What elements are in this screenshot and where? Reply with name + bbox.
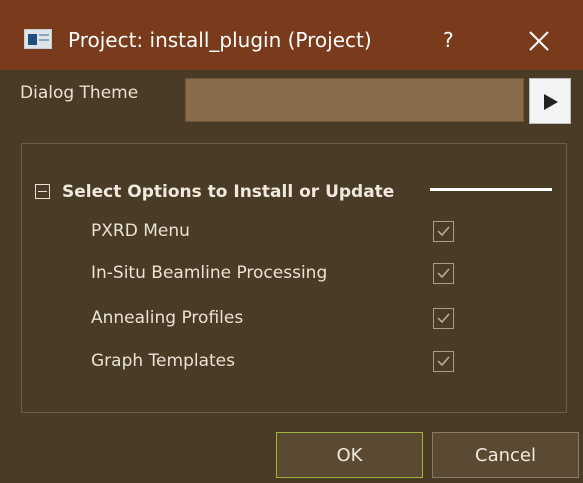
app-icon (24, 29, 52, 49)
close-button[interactable] (526, 28, 552, 54)
option-label-graph-templates: Graph Templates (91, 351, 235, 371)
option-checkbox-in-situ-beamline[interactable] (433, 263, 454, 284)
checkmark-icon (437, 268, 450, 279)
heading-divider (430, 188, 552, 191)
checkmark-icon (437, 356, 450, 367)
option-checkbox-graph-templates[interactable] (433, 351, 454, 372)
ok-button[interactable]: OK (276, 432, 423, 478)
play-arrow-icon (544, 94, 558, 110)
option-label-pxrd-menu: PXRD Menu (91, 221, 190, 241)
help-button[interactable]: ? (443, 26, 454, 54)
option-label-annealing-profiles: Annealing Profiles (91, 308, 244, 328)
close-icon (529, 31, 549, 51)
option-label-in-situ-beamline: In-Situ Beamline Processing (91, 263, 328, 283)
option-checkbox-annealing-profiles[interactable] (433, 308, 454, 329)
dialog-window: Project: install_plugin (Project) ? Dial… (0, 0, 583, 483)
checkmark-icon (437, 313, 450, 324)
checkmark-icon (437, 226, 450, 237)
dialog-theme-label: Dialog Theme (20, 83, 139, 103)
window-title: Project: install_plugin (Project) (68, 28, 372, 52)
options-heading: Select Options to Install or Update (62, 182, 395, 202)
dialog-theme-menu-button[interactable] (529, 78, 571, 124)
title-bar: Project: install_plugin (Project) ? (0, 0, 583, 70)
cancel-button[interactable]: Cancel (432, 432, 579, 478)
dialog-theme-field[interactable] (185, 78, 524, 122)
option-checkbox-pxrd-menu[interactable] (433, 221, 454, 242)
collapse-minus-icon[interactable] (35, 184, 50, 199)
